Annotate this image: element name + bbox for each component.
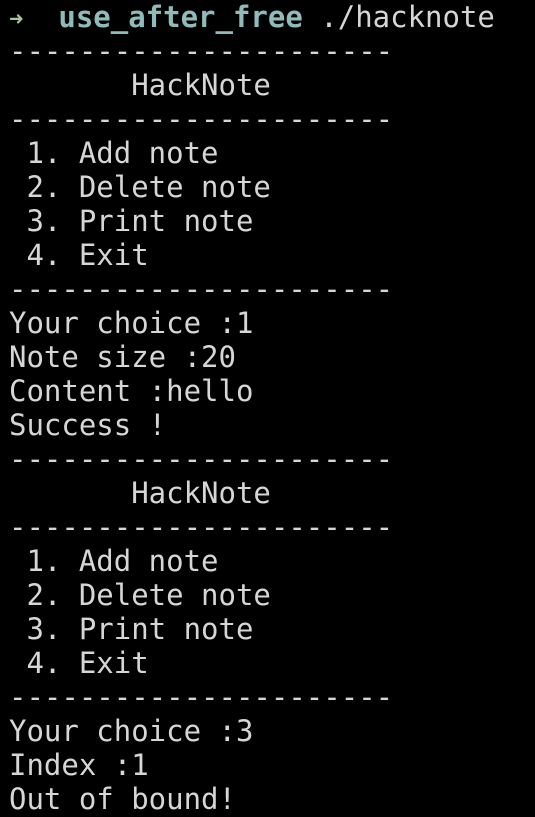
error-message: Out of bound!: [9, 782, 236, 816]
choice-line: Your choice :3: [9, 714, 254, 748]
content-line: Content :hello: [9, 374, 254, 408]
separator-line: ----------------------: [9, 680, 394, 714]
separator-line: ----------------------: [9, 442, 394, 476]
menu-option-exit: 4. Exit: [9, 646, 149, 680]
choice-line: Your choice :1: [9, 306, 254, 340]
menu-option-print-note: 3. Print note: [9, 204, 254, 238]
menu-option-print-note: 3. Print note: [9, 612, 254, 646]
separator-line: ----------------------: [9, 510, 394, 544]
terminal-window[interactable]: ➜ use_after_free ./hacknote ------------…: [0, 0, 535, 817]
separator-line: ----------------------: [9, 272, 394, 306]
success-message: Success !: [9, 408, 167, 442]
prompt-command: ./hacknote: [320, 0, 495, 34]
index-line: Index :1: [9, 748, 149, 782]
menu-title: HackNote: [9, 68, 271, 102]
separator-line: ----------------------: [9, 102, 394, 136]
note-size-line: Note size :20: [9, 340, 236, 374]
prompt-directory: use_after_free: [58, 0, 303, 34]
menu-option-delete-note: 2. Delete note: [9, 170, 271, 204]
menu-option-add-note: 1. Add note: [9, 136, 219, 170]
menu-option-add-note: 1. Add note: [9, 544, 219, 578]
menu-option-exit: 4. Exit: [9, 238, 149, 272]
menu-option-delete-note: 2. Delete note: [9, 578, 271, 612]
separator-line: ----------------------: [9, 34, 394, 68]
prompt-arrow-icon: ➜: [9, 5, 24, 33]
prompt-line: ➜ use_after_free ./hacknote: [9, 0, 535, 34]
menu-title: HackNote: [9, 476, 271, 510]
